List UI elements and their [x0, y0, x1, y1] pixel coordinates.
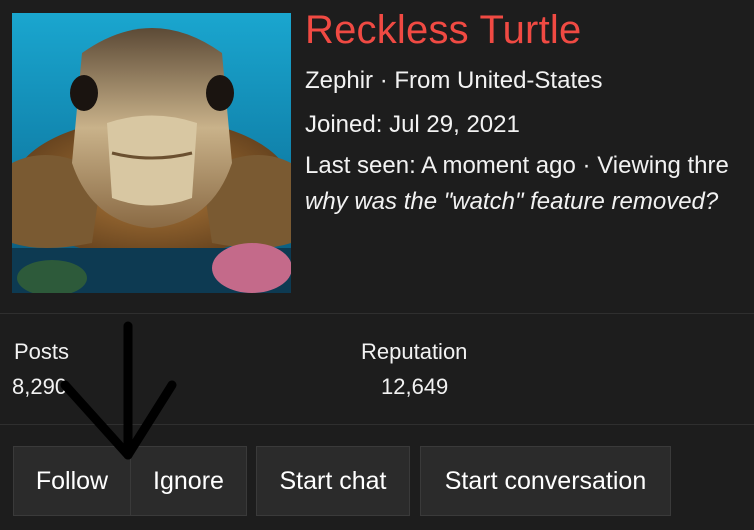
last-seen-line: Last seen: A moment ago · Viewing thre [305, 152, 729, 180]
follow-button[interactable]: Follow [13, 446, 131, 516]
location[interactable]: United-States [457, 67, 602, 94]
reputation-label: Reputation [361, 339, 468, 364]
joined-line: Joined: Jul 29, 2021 [305, 111, 520, 139]
posts-label: Posts [14, 339, 70, 364]
profile-username[interactable]: Reckless Turtle [305, 8, 581, 53]
posts-count[interactable]: 8,290 [12, 374, 67, 400]
last-seen-value: A moment ago [421, 152, 576, 179]
divider [0, 313, 754, 314]
reputation-count[interactable]: 12,649 [381, 374, 448, 400]
user-title: Zephir [305, 67, 374, 94]
joined-label: Joined: [305, 111, 383, 138]
start-chat-button[interactable]: Start chat [256, 446, 410, 516]
start-conversation-button[interactable]: Start conversation [420, 446, 671, 516]
activity-text: Viewing thre [597, 152, 729, 179]
separator-dot: · [582, 152, 598, 179]
location-prefix: From [394, 67, 451, 94]
ignore-button[interactable]: Ignore [130, 446, 247, 516]
joined-date: Jul 29, 2021 [389, 111, 520, 138]
divider [0, 424, 754, 425]
profile-avatar[interactable] [12, 13, 291, 293]
user-title-line: Zephir · From United-States [305, 67, 602, 95]
activity-thread-link[interactable]: why was the "watch" feature removed? [305, 188, 718, 216]
last-seen-label: Last seen: [305, 152, 416, 179]
separator-dot: · [379, 67, 395, 94]
turtle-avatar-icon [12, 13, 291, 293]
